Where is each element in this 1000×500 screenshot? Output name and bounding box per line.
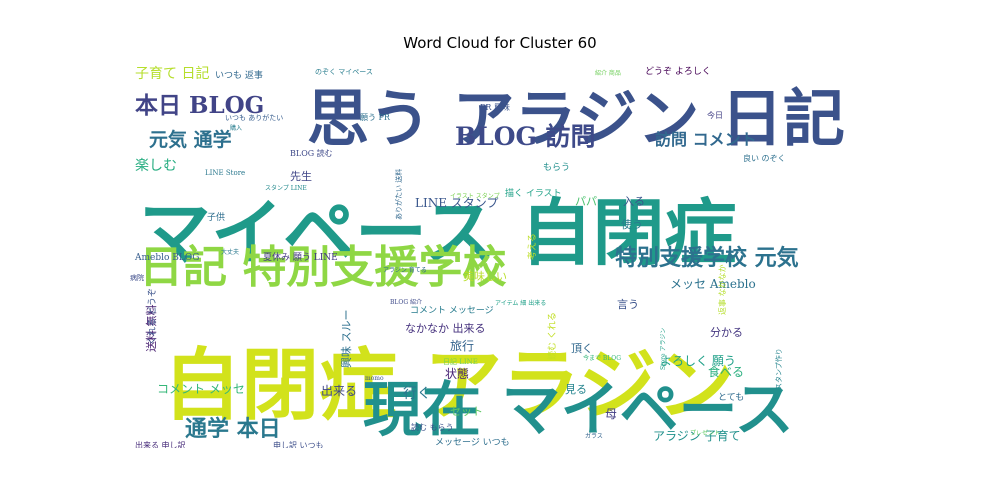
- word-64: 考える: [527, 233, 538, 260]
- word-73: BLOG 紹介: [390, 298, 422, 306]
- word-20: 出来る: [321, 384, 357, 398]
- word-63: 読む くれる: [546, 312, 558, 360]
- word-17: コメント メッセ: [157, 382, 245, 396]
- word-66: スタンプ作り: [774, 348, 783, 390]
- word-75: 購入: [230, 124, 242, 132]
- word-31: 入る: [623, 195, 645, 208]
- word-25: 見る: [565, 383, 587, 396]
- word-30: 使う: [621, 218, 643, 231]
- word-cloud: 自閉症 アラジン マイペース 自閉症 思う アラジン 日記 現在 マイペース 日記 特別…: [125, 60, 900, 448]
- word-77: ガラス: [585, 432, 603, 440]
- word-9: 通学 本日: [185, 416, 281, 442]
- word-46: 描く イラスト: [505, 187, 562, 199]
- word-32: パパ: [575, 195, 597, 208]
- word-40: セット: [450, 405, 483, 418]
- word-60: 興味 スルー: [340, 310, 353, 369]
- word-43: のぞく マイペース: [315, 68, 373, 76]
- word-cloud-canvas: 自閉症 アラジンマイペース 自閉症思う アラジン 日記現在 マイペース日記 特別…: [130, 65, 845, 448]
- word-23: 食べる: [708, 364, 744, 379]
- word-41: とても: [718, 392, 744, 403]
- word-6: BLOG 訪問: [455, 122, 596, 151]
- word-58: 願う PR: [360, 113, 391, 122]
- word-54: 出来る 申し訳: [135, 440, 186, 448]
- word-45: PR 興味: [480, 102, 510, 112]
- word-56: 病院: [130, 273, 144, 282]
- word-65: 返事 なかなか: [717, 264, 727, 315]
- word-26: 母: [605, 407, 617, 421]
- word-78: プレゼント: [690, 429, 720, 437]
- word-35: 美味しい: [463, 270, 507, 283]
- word-51: もらう: [543, 162, 570, 173]
- word-27: 頂く: [571, 342, 593, 355]
- word-53: 読む もらう: [411, 422, 454, 432]
- word-33: 先生: [290, 169, 312, 183]
- word-37: Ameblo BLOG: [134, 253, 199, 263]
- word-69: momo: [365, 375, 384, 382]
- word-8: 特別支援学校 元気: [615, 245, 799, 271]
- word-34: 子供: [207, 211, 225, 223]
- word-57: いつも ありがたい: [225, 113, 283, 122]
- word-21: 旅行: [450, 339, 474, 353]
- word-67: ありがたい 送料: [394, 169, 403, 220]
- word-28: 分かる: [710, 326, 743, 339]
- word-22: 状態: [445, 366, 469, 381]
- word-47: BLOG 読む: [290, 148, 333, 158]
- word-52: 日記 LINE: [443, 357, 478, 366]
- word-50: 良い のぞく: [743, 153, 786, 163]
- word-5: 日記 特別支援学校: [139, 242, 506, 293]
- word-39: コメント メッセージ: [410, 305, 494, 316]
- word-55: 申し訳 いつも: [273, 440, 324, 448]
- word-68: Store アラジン: [660, 328, 667, 370]
- word-49: 今日: [707, 110, 723, 120]
- word-74: 今まで BLOG: [583, 354, 621, 362]
- word-10: 元気 通学: [149, 128, 232, 151]
- word-62: くれる どうぞ: [147, 288, 158, 345]
- word-76: 紹介 商品: [595, 69, 621, 77]
- word-36: 夏休み 願う LINE: [263, 251, 338, 263]
- word-15: メッセ Ameblo: [670, 277, 756, 291]
- word-42: いつも 返事: [215, 69, 263, 81]
- word-24: 行く: [403, 386, 431, 402]
- word-44: どうぞ よろしく: [645, 66, 711, 77]
- word-38: メッセージ いつも: [435, 437, 510, 448]
- chart-title: Word Cloud for Cluster 60: [403, 34, 597, 52]
- word-71: イラスト スタンプ: [450, 192, 500, 200]
- word-48: LINE Store: [205, 169, 245, 177]
- word-16: なかなか 出来る: [405, 321, 486, 335]
- word-70: アラジン 育てる: [383, 266, 427, 274]
- word-79: 大丈夫: [221, 248, 239, 256]
- word-12: 子育て 日記: [135, 65, 209, 82]
- word-59: スタンプ LINE: [265, 184, 307, 192]
- word-11: 訪問 コメント: [655, 130, 757, 149]
- word-13: 楽しむ: [135, 158, 177, 174]
- word-29: 言う: [617, 298, 639, 311]
- word-72: アイテム 細 出来る: [495, 299, 546, 307]
